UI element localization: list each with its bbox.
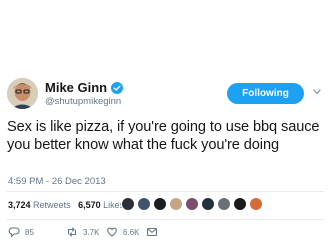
reply-action[interactable]: 85 [8, 226, 34, 238]
liker-avatar[interactable] [201, 197, 215, 211]
liker-avatar[interactable] [153, 197, 167, 211]
liker-avatar[interactable] [233, 197, 247, 211]
engagement-stats: 3,724 Retweets 6,570 Likes [8, 200, 124, 210]
direct-message-action[interactable] [146, 226, 163, 238]
reply-count: 85 [25, 227, 34, 237]
tweet-text: Sex is like pizza, if you're going to us… [7, 119, 320, 153]
liker-avatar[interactable] [121, 197, 135, 211]
direct-message-icon [146, 227, 158, 237]
like-count: 6.6K [123, 227, 140, 237]
tweet-card: Mike Ginn @shutupmikeginn Following Sex … [0, 0, 330, 252]
likes-count: 6,570 [78, 200, 101, 210]
liker-avatar[interactable] [169, 197, 183, 211]
liker-avatar[interactable] [185, 197, 199, 211]
like-action[interactable]: 6.6K [106, 226, 139, 238]
reply-icon [8, 227, 20, 238]
liker-avatars [121, 197, 265, 211]
divider [6, 219, 324, 220]
liker-avatar[interactable] [249, 197, 263, 211]
user-name-row[interactable]: Mike Ginn [45, 80, 124, 95]
user-handle[interactable]: @shutupmikeginn [45, 96, 121, 107]
liker-avatar[interactable] [137, 197, 151, 211]
tweet-timestamp[interactable]: 4:59 PM - 26 Dec 2013 [8, 176, 106, 187]
avatar-photo [7, 78, 38, 109]
likes-stat[interactable]: 6,570 Likes [78, 200, 124, 210]
retweets-label: Retweets [33, 200, 71, 210]
avatar[interactable] [7, 78, 38, 109]
retweets-count: 3,724 [8, 200, 31, 210]
heart-icon [107, 227, 117, 237]
retweet-icon [67, 227, 77, 237]
display-name[interactable]: Mike Ginn [45, 80, 107, 95]
retweet-action[interactable]: 3.7K [66, 226, 99, 238]
divider [6, 191, 324, 192]
liker-avatar[interactable] [217, 197, 231, 211]
following-button[interactable]: Following [227, 83, 304, 104]
retweets-stat[interactable]: 3,724 Retweets [8, 200, 71, 210]
verified-badge-icon [111, 81, 124, 94]
chevron-down-icon[interactable] [313, 89, 321, 95]
retweet-count: 3.7K [83, 227, 100, 237]
